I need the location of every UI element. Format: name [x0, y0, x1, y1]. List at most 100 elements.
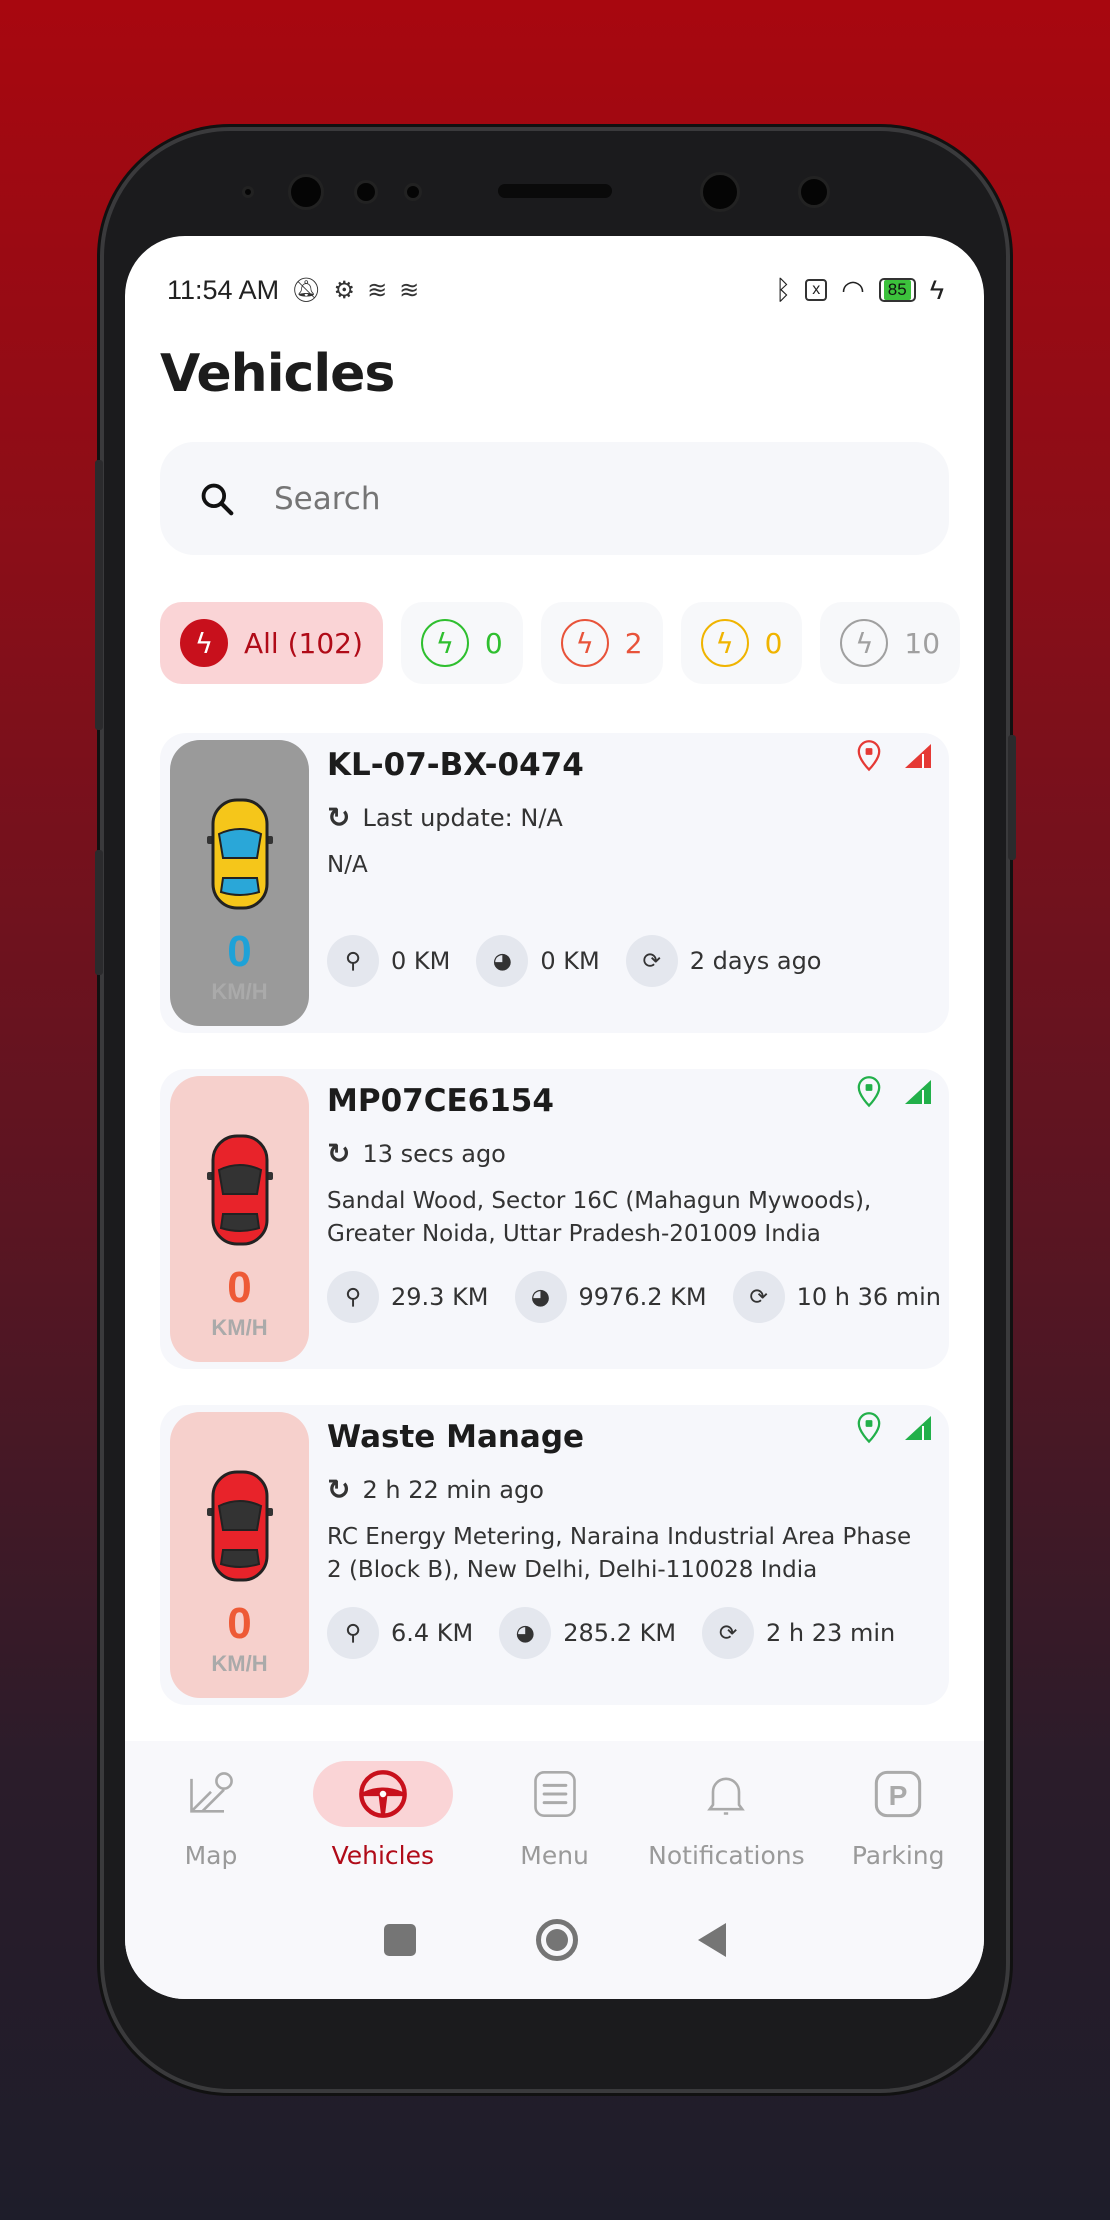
app-screen: 11:54 AM 🔕︎ ⚙ ≋ ≋ ᛒ x ◠ 85 ϟ Vehicles ϟA…: [125, 236, 984, 1999]
duration: 10 h 36 min: [796, 1283, 942, 1311]
speed-panel: 0 KM/H: [170, 1412, 309, 1698]
nav-label: Parking: [851, 1841, 945, 1870]
camera: [798, 176, 830, 208]
vehicle-name: Waste Manage: [327, 1419, 585, 1455]
filter-chip[interactable]: ϟ0: [680, 602, 803, 684]
svg-text:P: P: [889, 1780, 908, 1811]
location-pin-icon[interactable]: [855, 739, 883, 773]
nav-label: Vehicles: [331, 1841, 435, 1870]
bluetooth-icon: ᛒ: [775, 274, 792, 305]
bolt-icon: ϟ: [420, 619, 469, 667]
speed-unit: KM/H: [211, 1315, 268, 1340]
nav-vehicles[interactable]: Vehicles: [297, 1761, 469, 1870]
layers-icon: ≋: [367, 276, 388, 304]
nav-menu[interactable]: Menu: [469, 1761, 641, 1870]
nav-label: Menu: [520, 1841, 589, 1870]
location-pin-icon[interactable]: [855, 1075, 883, 1109]
filter-label: All (102): [244, 626, 363, 660]
odometer-icon: ◕: [514, 1271, 567, 1323]
search-bar[interactable]: [160, 442, 949, 555]
status-time: 11:54 AM: [167, 274, 280, 305]
nav-label: Map: [184, 1841, 238, 1870]
wifi-icon: ◠: [841, 274, 865, 305]
filter-label: 0: [764, 626, 783, 660]
charging-icon: ϟ: [929, 274, 944, 305]
mute-icon: 🔕︎: [291, 276, 322, 304]
bottom-navigation: Map Vehicles Menu Notifications P Parking: [125, 1741, 984, 1999]
odometer: 0 KM: [540, 947, 600, 975]
search-icon: [201, 483, 234, 515]
trip-distance: 0 KM: [391, 947, 451, 975]
last-update: 2 h 22 min ago: [362, 1475, 544, 1504]
location-pin-icon[interactable]: [855, 1411, 883, 1445]
duration: 2 days ago: [689, 947, 822, 975]
filter-chip[interactable]: ϟ2: [540, 602, 663, 684]
side-button: [95, 460, 103, 730]
car-icon: [206, 798, 273, 910]
layers-icon: ≋: [399, 276, 420, 304]
nav-parking[interactable]: P Parking: [812, 1761, 984, 1870]
last-update: 13 secs ago: [362, 1139, 506, 1168]
nav-label: Notifications: [648, 1841, 805, 1870]
system-navigation: [125, 1919, 984, 1961]
nav-map[interactable]: Map: [125, 1761, 297, 1870]
sync-icon: ⟳: [625, 935, 678, 987]
speed-unit: KM/H: [211, 1651, 268, 1676]
side-button: [1008, 735, 1016, 860]
signal-icon: [905, 744, 931, 768]
route-icon: ⚲: [327, 935, 379, 987]
bolt-icon: ϟ: [180, 619, 228, 667]
signal-icon: [905, 1080, 931, 1104]
bolt-icon: ϟ: [560, 619, 609, 667]
filter-label: 0: [484, 626, 503, 660]
filter-chip[interactable]: ϟ All (102): [160, 602, 383, 684]
refresh-clock-icon: ↻: [327, 1473, 351, 1506]
speed-panel: 0 KM/H: [170, 1076, 309, 1362]
home-button[interactable]: [535, 1919, 578, 1961]
speed-unit: KM/H: [211, 979, 268, 1004]
car-icon: [206, 1470, 273, 1582]
settings-icon: ⚙: [333, 276, 356, 304]
trip-distance: 6.4 KM: [391, 1619, 474, 1647]
bolt-icon: ϟ: [700, 619, 749, 667]
vehicle-address: N/A: [327, 852, 368, 878]
filter-label: 10: [904, 626, 941, 660]
odometer: 9976.2 KM: [578, 1283, 707, 1311]
refresh-clock-icon: ↻: [327, 1137, 351, 1170]
sensor: [354, 180, 378, 204]
speaker: [498, 184, 612, 198]
status-filters: ϟ All (102) ϟ 0 ϟ 2 ϟ 0 ϟ 10: [160, 602, 961, 684]
search-input[interactable]: [274, 480, 874, 517]
nav-notifications[interactable]: Notifications: [640, 1761, 812, 1870]
parking-icon: P: [828, 1761, 968, 1827]
vehicle-card[interactable]: 0 KM/H MP07CE6154 ↻ 13 secs ago Sandal Wo…: [160, 1069, 949, 1369]
bolt-icon: ϟ: [840, 619, 889, 667]
filter-label: 2: [624, 626, 643, 660]
bell-icon: [656, 1761, 796, 1827]
sensor: [242, 186, 254, 198]
map-icon: [141, 1761, 281, 1827]
vehicle-card[interactable]: 0 KM/H KL-07-BX-0474 ↻ Last update: N/A N…: [160, 733, 949, 1033]
sync-icon: ⟳: [732, 1271, 785, 1323]
vehicle-name: KL-07-BX-0474: [327, 747, 584, 783]
sensor: [404, 183, 422, 201]
last-update: Last update: N/A: [362, 803, 563, 832]
back-button[interactable]: [697, 1923, 726, 1957]
recents-button[interactable]: [383, 1924, 416, 1956]
page-title: Vehicles: [160, 344, 395, 404]
filter-chip[interactable]: ϟ 10: [820, 602, 961, 684]
vehicle-card[interactable]: 0 KM/H Waste Manage ↻ 2 h 22 min ago RC E…: [160, 1405, 949, 1705]
odometer: 285.2 KM: [563, 1619, 677, 1647]
filter-chip[interactable]: ϟ0: [400, 602, 523, 684]
menu-icon: [485, 1761, 625, 1827]
odometer-icon: ◕: [499, 1607, 552, 1659]
speed-panel: 0 KM/H: [170, 740, 309, 1026]
duration: 2 h 23 min: [766, 1619, 896, 1647]
refresh-clock-icon: ↻: [327, 801, 351, 834]
car-icon: [206, 1134, 273, 1246]
speed-value: 0: [227, 927, 252, 976]
no-sim-icon: x: [805, 279, 828, 301]
vehicle-address: Sandal Wood, Sector 16C (Mahagun Mywoods…: [327, 1188, 872, 1247]
route-icon: ⚲: [327, 1607, 379, 1659]
odometer-icon: ◕: [476, 935, 529, 987]
